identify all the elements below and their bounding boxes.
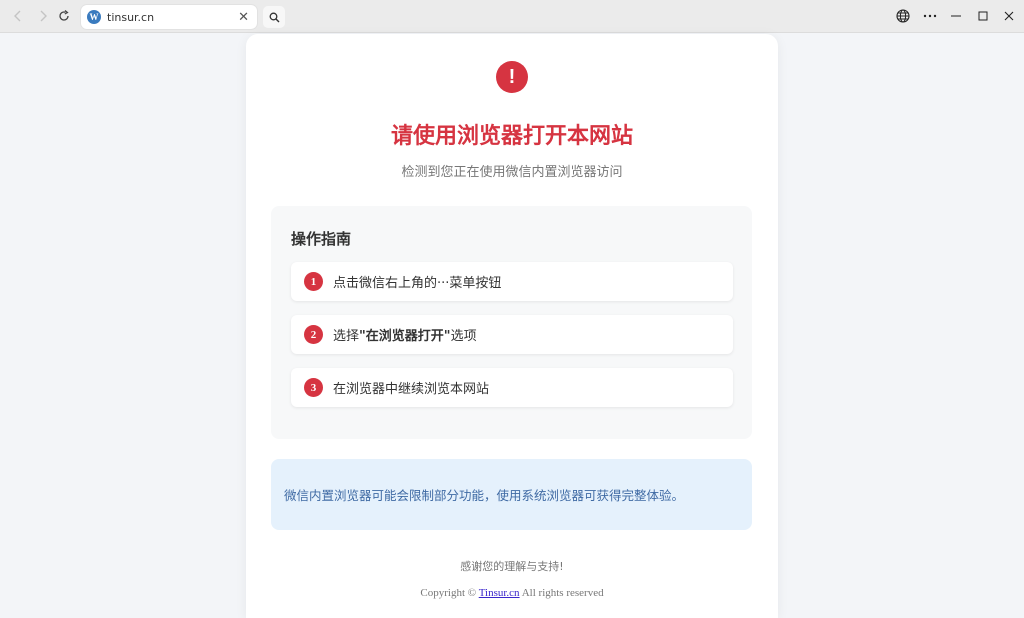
- refresh-icon[interactable]: [55, 7, 73, 25]
- guide-heading: 操作指南: [291, 228, 351, 249]
- step-text: 选择"在浏览器打开"选项: [333, 325, 477, 344]
- copyright-suffix: All rights reserved: [522, 587, 604, 599]
- minimize-icon[interactable]: [948, 8, 964, 24]
- back-icon[interactable]: [9, 7, 27, 25]
- forward-icon[interactable]: [34, 7, 52, 25]
- browser-tab[interactable]: W tinsur.cn ✕: [81, 5, 257, 29]
- site-link[interactable]: Tinsur.cn: [479, 587, 520, 599]
- search-icon[interactable]: [263, 6, 285, 28]
- instruction-guide: 操作指南 1 点击微信右上角的···菜单按钮 2 选择"在浏览器打开"选项 3 …: [271, 206, 752, 439]
- thanks-text: 感谢您的理解与支持!: [246, 558, 778, 574]
- step-item: 2 选择"在浏览器打开"选项: [291, 315, 733, 354]
- info-notice: 微信内置浏览器可能会限制部分功能，使用系统浏览器可获得完整体验。: [271, 459, 752, 530]
- step-text-before: 选择: [333, 329, 359, 344]
- copyright: Copyright © Tinsur.cn All rights reserve…: [246, 587, 778, 599]
- step-item: 1 点击微信右上角的···菜单按钮: [291, 262, 733, 301]
- step-text: 点击微信右上角的···菜单按钮: [333, 272, 501, 291]
- step-number: 3: [304, 378, 323, 397]
- step-text: 在浏览器中继续浏览本网站: [333, 378, 489, 397]
- tab-close-icon[interactable]: ✕: [238, 11, 249, 24]
- step-text-after: 选项: [451, 329, 477, 344]
- more-icon[interactable]: [922, 8, 938, 24]
- copyright-prefix: Copyright ©: [420, 587, 476, 599]
- close-icon[interactable]: [1001, 8, 1017, 24]
- step-number: 1: [304, 272, 323, 291]
- browser-toolbar: W tinsur.cn ✕: [0, 0, 1024, 33]
- warning-icon: !: [496, 61, 528, 93]
- step-number: 2: [304, 325, 323, 344]
- tab-title: tinsur.cn: [107, 11, 238, 24]
- main-card: ! 请使用浏览器打开本网站 检测到您正在使用微信内置浏览器访问 操作指南 1 点…: [246, 34, 778, 618]
- maximize-icon[interactable]: [975, 8, 991, 24]
- notice-text: 微信内置浏览器可能会限制部分功能，使用系统浏览器可获得完整体验。: [284, 485, 684, 504]
- step-item: 3 在浏览器中继续浏览本网站: [291, 368, 733, 407]
- globe-icon[interactable]: [895, 8, 911, 24]
- wordpress-icon: W: [87, 10, 101, 24]
- page-subtitle: 检测到您正在使用微信内置浏览器访问: [246, 161, 778, 180]
- step-text-bold: "在浏览器打开": [359, 329, 451, 344]
- page-title: 请使用浏览器打开本网站: [246, 118, 778, 150]
